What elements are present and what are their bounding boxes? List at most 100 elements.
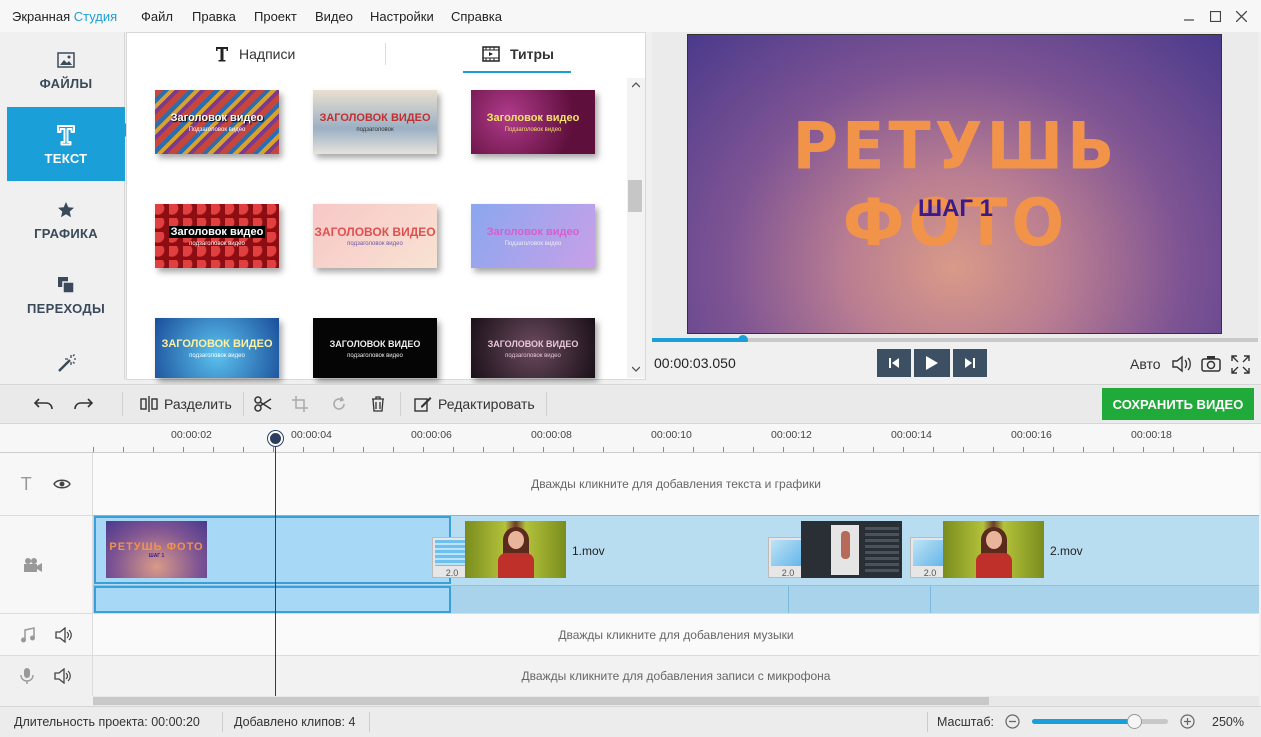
crop-button[interactable] bbox=[292, 393, 308, 415]
transitions-icon bbox=[57, 273, 75, 297]
text-track[interactable]: Дважды кликните для добавления текста и … bbox=[93, 453, 1259, 515]
tab-transitions-label: ПЕРЕХОДЫ bbox=[26, 300, 106, 316]
play-button[interactable] bbox=[914, 349, 950, 377]
ruler-tick-label: 00:00:04 bbox=[291, 429, 332, 441]
music-track[interactable]: Дважды кликните для добавления музыки bbox=[93, 613, 1259, 655]
mic-track[interactable]: Дважды кликните для добавления записи с … bbox=[93, 655, 1259, 696]
zoom-in-icon[interactable] bbox=[1180, 714, 1195, 729]
timeline-ruler[interactable]: 00:00:02 00:00:04 00:00:06 00:00:08 00:00:10… bbox=[0, 424, 1261, 452]
music-track-header bbox=[0, 613, 93, 655]
delete-button[interactable] bbox=[371, 393, 385, 415]
title-template-6[interactable]: Заголовок видео Подзаголовок видео bbox=[471, 204, 595, 268]
title-template-9[interactable]: ЗАГОЛОВОК ВИДЕО подзаголовок видео bbox=[471, 318, 595, 378]
title-template-8[interactable]: ЗАГОЛОВОК ВИДЕО подзаголовок видео bbox=[313, 318, 437, 378]
clips-count: Добавлено клипов: 4 bbox=[234, 715, 356, 729]
redo-button[interactable] bbox=[73, 393, 93, 415]
tab-text[interactable]: ТЕКСТ bbox=[7, 107, 132, 181]
mic-track-header bbox=[0, 655, 93, 696]
ruler-tick-label: 00:00:06 bbox=[411, 429, 452, 441]
playhead-handle[interactable] bbox=[268, 431, 283, 446]
tab-graphics[interactable]: ГРАФИКА bbox=[7, 182, 125, 256]
timeline-scroll-thumb[interactable] bbox=[93, 697, 989, 705]
video-preview[interactable]: РЕТУШЬ ФОТО ШАГ 1 bbox=[687, 34, 1222, 334]
cut-button[interactable] bbox=[254, 393, 272, 415]
fullscreen-icon[interactable] bbox=[1231, 355, 1250, 374]
preview-subtitle: ШАГ 1 bbox=[917, 195, 994, 222]
redo-icon bbox=[73, 397, 93, 411]
rotate-icon bbox=[331, 396, 347, 412]
minimize-button[interactable] bbox=[1176, 4, 1202, 28]
eye-icon[interactable] bbox=[53, 478, 72, 490]
app-title: Экранная Студия bbox=[12, 9, 118, 24]
title-template-2[interactable]: ЗАГОЛОВОК ВИДЕО подзаголовок bbox=[313, 90, 437, 154]
menu-file[interactable]: Файл bbox=[141, 9, 173, 24]
tab-effects[interactable] bbox=[7, 332, 125, 380]
next-frame-button[interactable] bbox=[953, 349, 987, 377]
menu-video[interactable]: Видео bbox=[315, 9, 353, 24]
tab-graphics-label: ГРАФИКА bbox=[34, 225, 98, 241]
undo-icon bbox=[34, 397, 54, 411]
save-video-button[interactable]: СОХРАНИТЬ ВИДЕО bbox=[1102, 388, 1254, 420]
title-template-3[interactable]: Заголовок видео Подзаголовок видео bbox=[471, 90, 595, 154]
timeline-scrollbar[interactable] bbox=[93, 696, 1259, 706]
split-icon bbox=[140, 396, 158, 412]
camera-icon[interactable] bbox=[1201, 355, 1221, 373]
chevron-down-icon[interactable] bbox=[632, 366, 640, 372]
ruler-tick-label: 00:00:12 bbox=[771, 429, 812, 441]
rotate-button[interactable] bbox=[331, 393, 347, 415]
scissors-icon bbox=[254, 396, 272, 412]
edit-icon bbox=[414, 396, 432, 412]
tab-files-label: ФАЙЛЫ bbox=[39, 75, 93, 91]
volume-icon[interactable] bbox=[54, 668, 72, 684]
tab-captions[interactable]: Надписи bbox=[215, 33, 295, 75]
text-t-icon: T bbox=[20, 473, 32, 494]
tab-files[interactable]: ФАЙЛЫ bbox=[7, 32, 125, 106]
zoom-slider-fill bbox=[1032, 719, 1134, 724]
title-template-5[interactable]: ЗАГОЛОВОК ВИДЕО подзаголовок видео bbox=[313, 204, 437, 268]
clip-1-thumbnail bbox=[465, 521, 566, 578]
zoom-slider-handle[interactable] bbox=[1127, 714, 1142, 729]
skip-back-icon bbox=[888, 357, 900, 369]
panel-scrollbar[interactable] bbox=[627, 78, 645, 378]
chevron-up-icon[interactable] bbox=[632, 82, 640, 88]
tab-titles-label: Титры bbox=[510, 46, 554, 62]
film-icon bbox=[482, 46, 500, 62]
close-button[interactable] bbox=[1228, 4, 1254, 28]
ruler-tick-label: 00:00:08 bbox=[531, 429, 572, 441]
zoom-label: Масштаб: bbox=[937, 715, 994, 729]
title-template-1[interactable]: Заголовок видео Подзаголовок видео bbox=[155, 90, 279, 154]
menu-project[interactable]: Проект bbox=[254, 9, 297, 24]
prev-frame-button[interactable] bbox=[877, 349, 911, 377]
scroll-thumb[interactable] bbox=[628, 180, 642, 212]
ruler-tick-label: 00:00:02 bbox=[171, 429, 212, 441]
title-template-7[interactable]: ЗАГОЛОВОК ВИДЕО подзаголовок видео bbox=[155, 318, 279, 378]
crop-icon bbox=[292, 396, 308, 412]
quality-auto[interactable]: Авто bbox=[1130, 356, 1161, 372]
menu-settings[interactable]: Настройки bbox=[370, 9, 434, 24]
clip-2-thumbnail bbox=[943, 521, 1044, 578]
title-clip-audio[interactable] bbox=[94, 586, 451, 613]
title-bar bbox=[0, 0, 1261, 32]
maximize-button[interactable] bbox=[1202, 4, 1228, 28]
play-icon bbox=[925, 355, 939, 371]
split-button[interactable]: Разделить bbox=[140, 393, 232, 415]
zoom-slider[interactable] bbox=[1032, 714, 1168, 729]
edit-button[interactable]: Редактировать bbox=[414, 393, 535, 415]
volume-icon[interactable] bbox=[1172, 355, 1192, 373]
tab-text-label: ТЕКСТ bbox=[44, 150, 88, 166]
tab-transitions[interactable]: ПЕРЕХОДЫ bbox=[7, 257, 125, 331]
playhead-line bbox=[275, 438, 276, 696]
undo-button[interactable] bbox=[34, 393, 54, 415]
zoom-out-icon[interactable] bbox=[1005, 714, 1020, 729]
menu-help[interactable]: Справка bbox=[451, 9, 502, 24]
tab-titles[interactable]: Титры bbox=[482, 33, 554, 75]
text-track-header: T bbox=[0, 453, 93, 515]
active-tab-underline bbox=[463, 71, 571, 73]
video-track-header bbox=[0, 515, 93, 613]
volume-icon[interactable] bbox=[54, 626, 73, 643]
menu-edit[interactable]: Правка bbox=[192, 9, 236, 24]
clip-2-label: 2.mov bbox=[1050, 544, 1083, 558]
zoom-value: 250% bbox=[1212, 715, 1244, 729]
magic-wand-icon bbox=[56, 352, 76, 376]
title-template-4[interactable]: Заголовок видео подзаголовок видео bbox=[155, 204, 279, 268]
